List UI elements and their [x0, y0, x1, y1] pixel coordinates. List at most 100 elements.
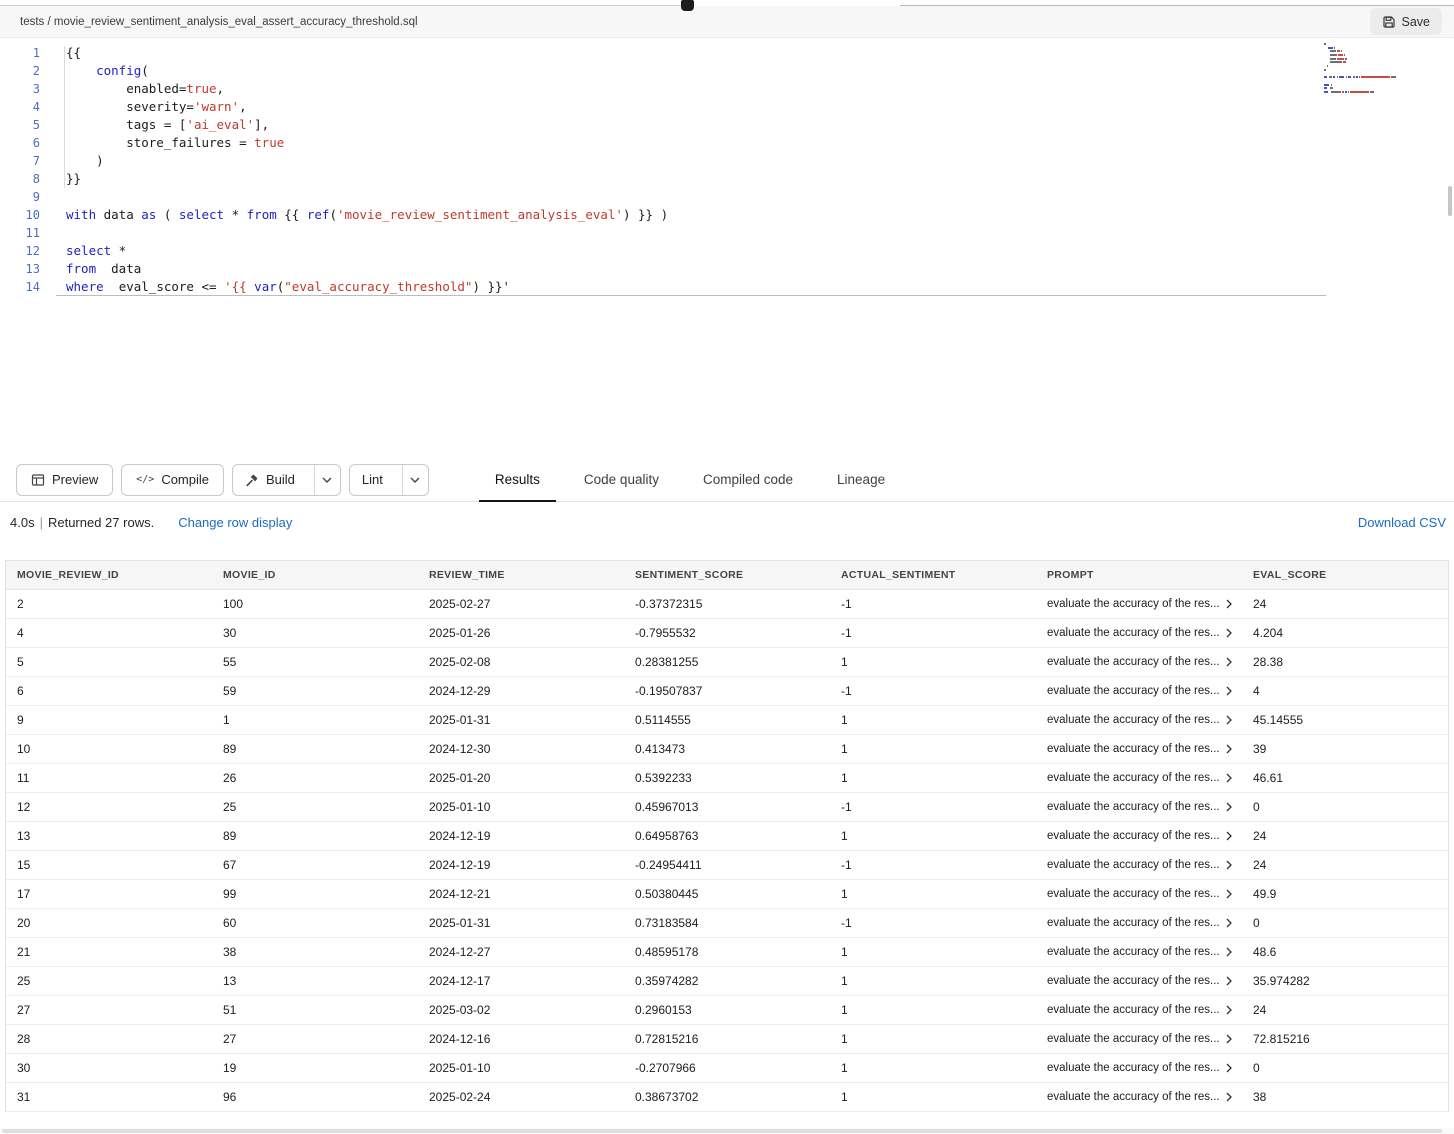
horizontal-scrollbar[interactable]: [0, 1128, 1454, 1134]
code-line-14[interactable]: 14where eval_score <= '{{ var("eval_accu…: [0, 278, 1454, 296]
code-text: store_failures = true: [66, 134, 284, 152]
code-line-13[interactable]: 13from data: [0, 260, 1454, 278]
editor-scrollbar[interactable]: [1446, 38, 1454, 458]
change-row-display-link[interactable]: Change row display: [178, 515, 292, 530]
code-line-3[interactable]: 3 enabled=true,: [0, 80, 1454, 98]
table-row[interactable]: 21002025-02-27-0.37372315-1evaluate the …: [6, 589, 1448, 618]
tab-compiled-code[interactable]: Compiled code: [681, 458, 815, 501]
cell-movie-review-id: 5: [6, 647, 212, 676]
scrollbar-thumb[interactable]: [1448, 186, 1452, 216]
cell-prompt: evaluate the accuracy of the res...: [1036, 850, 1242, 879]
table-row[interactable]: 13892024-12-190.649587631evaluate the ac…: [6, 821, 1448, 850]
cell-movie-review-id: 31: [6, 1082, 212, 1111]
table-row[interactable]: 11262025-01-200.53922331evaluate the acc…: [6, 763, 1448, 792]
lint-dropdown-button[interactable]: [402, 465, 428, 495]
download-csv-link[interactable]: Download CSV: [1358, 515, 1446, 530]
cell-sentiment-score: -0.2707966: [624, 1053, 830, 1082]
chevron-right-icon[interactable]: [1226, 1063, 1232, 1073]
cell-movie-id: 19: [212, 1053, 418, 1082]
file-header-bar: tests / movie_review_sentiment_analysis_…: [0, 6, 1454, 38]
cell-prompt: evaluate the accuracy of the res...: [1036, 821, 1242, 850]
preview-button[interactable]: Preview: [16, 464, 113, 496]
cell-eval-score: 39: [1242, 734, 1448, 763]
table-row[interactable]: 30192025-01-10-0.27079661evaluate the ac…: [6, 1053, 1448, 1082]
table-row[interactable]: 25132024-12-170.359742821evaluate the ac…: [6, 966, 1448, 995]
code-line-6[interactable]: 6 store_failures = true: [0, 134, 1454, 152]
cell-prompt: evaluate the accuracy of the res...: [1036, 966, 1242, 995]
chevron-right-icon[interactable]: [1226, 831, 1232, 841]
lint-button[interactable]: Lint: [350, 465, 395, 495]
table-row[interactable]: 31962025-02-240.386737021evaluate the ac…: [6, 1082, 1448, 1111]
table-row[interactable]: 4302025-01-26-0.7955532-1evaluate the ac…: [6, 618, 1448, 647]
chevron-right-icon[interactable]: [1226, 657, 1232, 667]
cell-movie-review-id: 28: [6, 1024, 212, 1053]
cell-sentiment-score: 0.5114555: [624, 705, 830, 734]
chevron-right-icon[interactable]: [1226, 744, 1232, 754]
compile-button[interactable]: </> Compile: [121, 464, 224, 496]
minimap[interactable]: [1324, 43, 1436, 95]
code-text: }}: [66, 170, 81, 188]
chevron-right-icon[interactable]: [1226, 628, 1232, 638]
code-line-9[interactable]: 9: [0, 188, 1454, 206]
chevron-right-icon[interactable]: [1226, 918, 1232, 928]
horizontal-scrollbar-thumb[interactable]: [2, 1129, 1442, 1133]
results-table-container: MOVIE_REVIEW_IDMOVIE_IDREVIEW_TIMESENTIM…: [5, 560, 1449, 1112]
line-number: 6: [0, 134, 40, 152]
table-row[interactable]: 27512025-03-020.29601531evaluate the acc…: [6, 995, 1448, 1024]
chevron-right-icon[interactable]: [1226, 686, 1232, 696]
table-row[interactable]: 15672024-12-19-0.24954411-1evaluate the …: [6, 850, 1448, 879]
code-line-5[interactable]: 5 tags = ['ai_eval'],: [0, 116, 1454, 134]
chevron-right-icon[interactable]: [1226, 715, 1232, 725]
lint-split-button: Lint: [349, 464, 429, 496]
action-toolbar: Preview </> Compile Build: [0, 458, 1454, 502]
cell-movie-id: 89: [212, 821, 418, 850]
cell-prompt: evaluate the accuracy of the res...: [1036, 995, 1242, 1024]
save-button[interactable]: Save: [1370, 8, 1443, 35]
table-row[interactable]: 21382024-12-270.485951781evaluate the ac…: [6, 937, 1448, 966]
table-row[interactable]: 912025-01-310.51145551evaluate the accur…: [6, 705, 1448, 734]
code-line-7[interactable]: 7 ): [0, 152, 1454, 170]
column-header-movie-review-id: MOVIE_REVIEW_ID: [6, 561, 212, 589]
cell-movie-id: 100: [212, 589, 418, 618]
tab-lineage[interactable]: Lineage: [815, 458, 907, 501]
chevron-right-icon[interactable]: [1226, 773, 1232, 783]
build-button[interactable]: Build: [233, 465, 307, 495]
code-line-11[interactable]: 11: [0, 224, 1454, 242]
code-line-8[interactable]: 8}}: [0, 170, 1454, 188]
cell-sentiment-score: 0.413473: [624, 734, 830, 763]
table-row[interactable]: 12252025-01-100.45967013-1evaluate the a…: [6, 792, 1448, 821]
chevron-right-icon[interactable]: [1226, 947, 1232, 957]
chevron-right-icon[interactable]: [1226, 860, 1232, 870]
code-text: severity='warn',: [66, 98, 247, 116]
cell-eval-score: 48.6: [1242, 937, 1448, 966]
code-line-4[interactable]: 4 severity='warn',: [0, 98, 1454, 116]
chevron-right-icon[interactable]: [1226, 599, 1232, 609]
table-row[interactable]: 17992024-12-210.503804451evaluate the ac…: [6, 879, 1448, 908]
cell-sentiment-score: -0.19507837: [624, 676, 830, 705]
query-duration: 4.0s: [10, 515, 35, 530]
chevron-right-icon[interactable]: [1226, 1092, 1232, 1102]
chevron-right-icon[interactable]: [1226, 976, 1232, 986]
code-line-1[interactable]: 1{{: [0, 44, 1454, 62]
chevron-right-icon[interactable]: [1226, 1034, 1232, 1044]
code-line-2[interactable]: 2 config(: [0, 62, 1454, 80]
tab-code-quality[interactable]: Code quality: [562, 458, 681, 501]
table-row[interactable]: 6592024-12-29-0.19507837-1evaluate the a…: [6, 676, 1448, 705]
compile-button-label: Compile: [161, 472, 209, 487]
table-row[interactable]: 28272024-12-160.728152161evaluate the ac…: [6, 1024, 1448, 1053]
chevron-right-icon[interactable]: [1226, 802, 1232, 812]
table-row[interactable]: 5552025-02-080.283812551evaluate the acc…: [6, 647, 1448, 676]
build-dropdown-button[interactable]: [314, 465, 340, 495]
cell-prompt: evaluate the accuracy of the res...: [1036, 705, 1242, 734]
cell-eval-score: 38: [1242, 1082, 1448, 1111]
tab-results[interactable]: Results: [473, 458, 562, 501]
chevron-right-icon[interactable]: [1226, 1005, 1232, 1015]
table-row[interactable]: 20602025-01-310.73183584-1evaluate the a…: [6, 908, 1448, 937]
code-line-12[interactable]: 12select *: [0, 242, 1454, 260]
cell-movie-review-id: 11: [6, 763, 212, 792]
table-row[interactable]: 10892024-12-300.4134731evaluate the accu…: [6, 734, 1448, 763]
chevron-right-icon[interactable]: [1226, 889, 1232, 899]
code-line-10[interactable]: 10with data as ( select * from {{ ref('m…: [0, 206, 1454, 224]
code-editor[interactable]: 1{{2 config(3 enabled=true,4 severity='w…: [0, 38, 1454, 458]
cell-prompt: evaluate the accuracy of the res...: [1036, 734, 1242, 763]
